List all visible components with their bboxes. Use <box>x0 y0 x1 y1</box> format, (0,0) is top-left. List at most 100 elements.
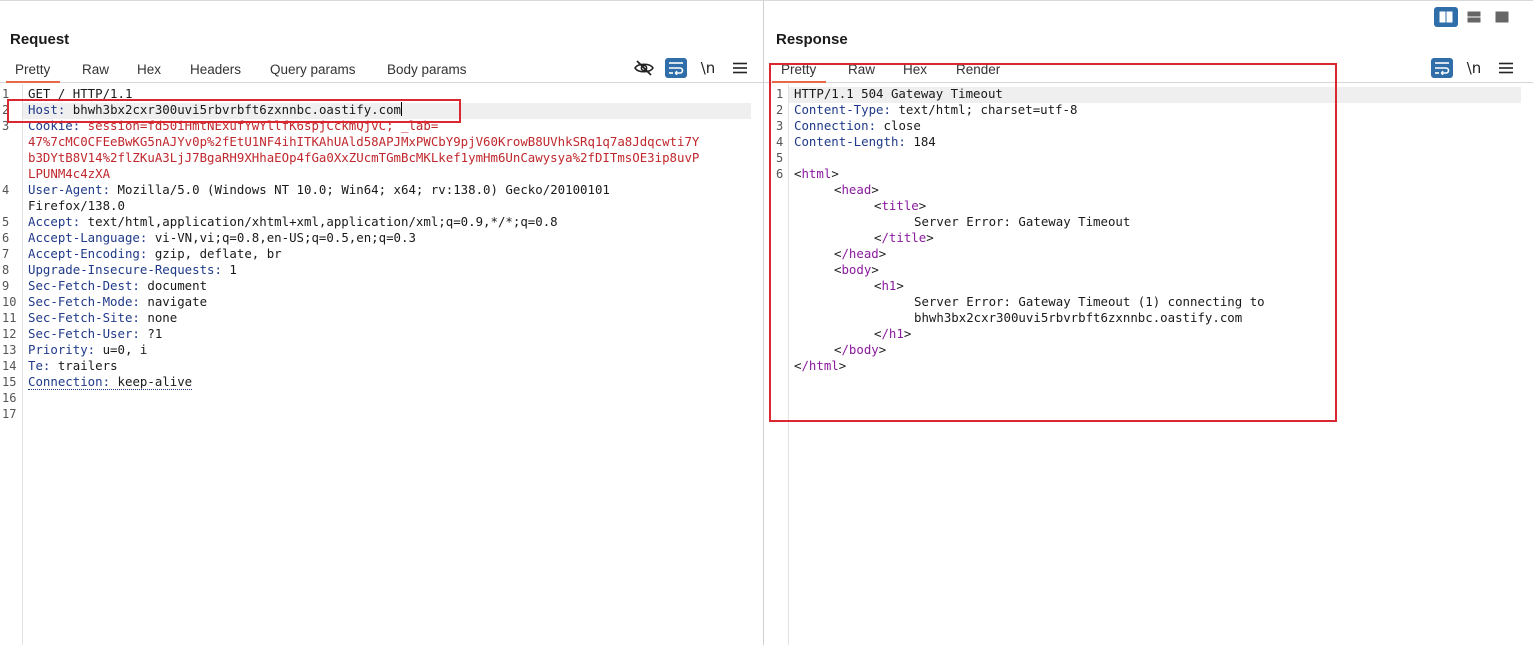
tab-raw[interactable]: Raw <box>82 62 109 77</box>
header-line: Content-Length: 184 <box>794 134 936 150</box>
user-agent-header: User-Agent: Mozilla/5.0 (Windows NT 10.0… <box>28 182 610 198</box>
header-key: Sec-Fetch-Site: <box>28 310 140 325</box>
host-header: Host: bhwh3bx2cxr300uvi5rbvrbft6zxnnbc.o… <box>28 102 403 118</box>
line-number: 10 <box>2 295 17 309</box>
hamburger-menu-icon <box>1499 62 1513 74</box>
response-tabs: Pretty Raw Hex Render <box>764 57 1533 83</box>
title-text: Server Error: Gateway Timeout <box>914 214 1131 229</box>
line-number: 6 <box>776 167 784 181</box>
head-close-tag: </head> <box>834 246 887 261</box>
line-number: 7 <box>2 247 10 261</box>
header-key: Sec-Fetch-User: <box>28 326 140 341</box>
h1-open-tag: <h1> <box>874 278 904 293</box>
header-line: Sec-Fetch-Site: none <box>28 310 177 326</box>
line-number: 6 <box>2 231 10 245</box>
header-line: Sec-Fetch-Dest: document <box>28 278 207 294</box>
header-value: close <box>876 118 921 133</box>
line-number: 8 <box>2 263 10 277</box>
line-number: 3 <box>776 119 784 133</box>
header-key: Cookie: <box>28 118 81 133</box>
word-wrap-button[interactable] <box>1431 58 1453 78</box>
line-number: 12 <box>2 327 17 341</box>
user-agent-cont: Firefox/138.0 <box>28 198 125 213</box>
header-key: Sec-Fetch-Mode: <box>28 294 140 309</box>
header-line: Connection: close <box>794 118 921 134</box>
word-wrap-icon <box>669 62 684 75</box>
header-key: Accept-Language: <box>28 230 148 245</box>
tab-pretty[interactable]: Pretty <box>5 62 61 83</box>
tab-query-params[interactable]: Query params <box>270 62 356 77</box>
line-number: 9 <box>2 279 10 293</box>
header-line: Sec-Fetch-User: ?1 <box>28 326 162 342</box>
show-newlines-button[interactable]: \n <box>1463 58 1485 78</box>
response-menu-button[interactable] <box>1495 58 1517 78</box>
tab-hex[interactable]: Hex <box>903 62 927 77</box>
newline-icon: \n <box>700 59 716 77</box>
cookie-header: Cookie: session=fd50iHmtNExufYwYllfK6spj… <box>28 118 438 134</box>
request-line: GET / HTTP/1.1 <box>28 86 133 101</box>
header-key: Te: <box>28 358 51 373</box>
tab-body-params[interactable]: Body params <box>387 62 467 77</box>
eye-slash-icon <box>634 60 654 76</box>
header-line: Accept: text/html,application/xhtml+xml,… <box>28 214 558 230</box>
show-newlines-button[interactable]: \n <box>697 58 719 78</box>
header-value: ?1 <box>139 326 163 341</box>
tab-hex[interactable]: Hex <box>137 62 161 77</box>
status-line: HTTP/1.1 504 Gateway Timeout <box>794 86 1003 101</box>
h1-text-cont: bhwh3bx2cxr300uvi5rbvrbft6zxnnbc.oastify… <box>914 310 1243 325</box>
header-key: Priority: <box>28 342 96 357</box>
html-open-tag: <html> <box>794 166 839 181</box>
header-key: Connection: <box>28 374 111 389</box>
header-value: 184 <box>905 134 936 149</box>
line-number: 4 <box>776 135 784 149</box>
header-key: Sec-Fetch-Dest: <box>28 278 140 293</box>
request-menu-button[interactable] <box>729 58 751 78</box>
header-line: Accept-Language: vi-VN,vi;q=0.8,en-US;q=… <box>28 230 416 246</box>
header-value: Mozilla/5.0 (Windows NT 10.0; Win64; x64… <box>110 182 610 197</box>
header-line: Te: trailers <box>28 358 118 374</box>
header-key: Connection: <box>794 118 877 133</box>
tab-pretty[interactable]: Pretty <box>771 62 827 83</box>
cookie-value-cont: 47%7cMC0CFEeBwKG5nAJYv0p%2fEtU1NF4ihITKA… <box>28 134 700 149</box>
header-line: Sec-Fetch-Mode: navigate <box>28 294 207 310</box>
line-number: 14 <box>2 359 17 373</box>
header-line: Accept-Encoding: gzip, deflate, br <box>28 246 282 262</box>
header-value: navigate <box>139 294 208 309</box>
tab-render[interactable]: Render <box>956 62 1000 77</box>
header-key: Accept: <box>28 214 81 229</box>
header-key: Host: <box>28 102 66 117</box>
header-value: none <box>139 310 178 325</box>
header-key: Content-Type: <box>794 102 891 117</box>
header-value: document <box>139 278 208 293</box>
header-line: Priority: u=0, i <box>28 342 147 358</box>
header-value: gzip, deflate, br <box>147 246 282 261</box>
hide-nonprintable-button[interactable] <box>633 58 655 78</box>
line-number: 11 <box>2 311 17 325</box>
h1-text: Server Error: Gateway Timeout (1) connec… <box>914 294 1265 309</box>
line-number: 16 <box>2 391 17 405</box>
line-number: 1 <box>776 87 784 101</box>
header-key: Accept-Encoding: <box>28 246 148 261</box>
line-number: 5 <box>2 215 10 229</box>
line-number: 2 <box>776 103 784 117</box>
cookie-value-cont: b3DYtB8V14%2flZKuA3LjJ7BgaRH9XHhaEOp4fGa… <box>28 150 700 165</box>
header-key: Upgrade-Insecure-Requests: <box>28 262 222 277</box>
tab-raw[interactable]: Raw <box>848 62 875 77</box>
word-wrap-button[interactable] <box>665 58 687 78</box>
header-value: vi-VN,vi;q=0.8,en-US;q=0.5,en;q=0.3 <box>147 230 416 245</box>
header-key: Content-Length: <box>794 134 906 149</box>
response-title: Response <box>776 31 848 48</box>
word-wrap-icon <box>1435 62 1450 75</box>
line-number: 13 <box>2 343 17 357</box>
line-number: 3 <box>2 119 10 133</box>
line-number: 5 <box>776 151 784 165</box>
request-editor[interactable]: 1 2 3 4 5 6 7 8 9 10 11 12 13 14 15 16 1… <box>0 84 763 645</box>
response-editor[interactable]: 1 2 3 4 5 6 HTTP/1.1 504 Gateway Timeout… <box>764 84 1533 645</box>
cookie-value: session=fd50iHmtNExufYwYllfK6spjCckmQjvC… <box>80 118 439 133</box>
body-close-tag: </body> <box>834 342 887 357</box>
header-key: User-Agent: <box>28 182 111 197</box>
line-number: 15 <box>2 375 17 389</box>
connection-header: Connection: keep-alive <box>28 374 193 390</box>
hamburger-menu-icon <box>733 62 747 74</box>
tab-headers[interactable]: Headers <box>190 62 241 77</box>
